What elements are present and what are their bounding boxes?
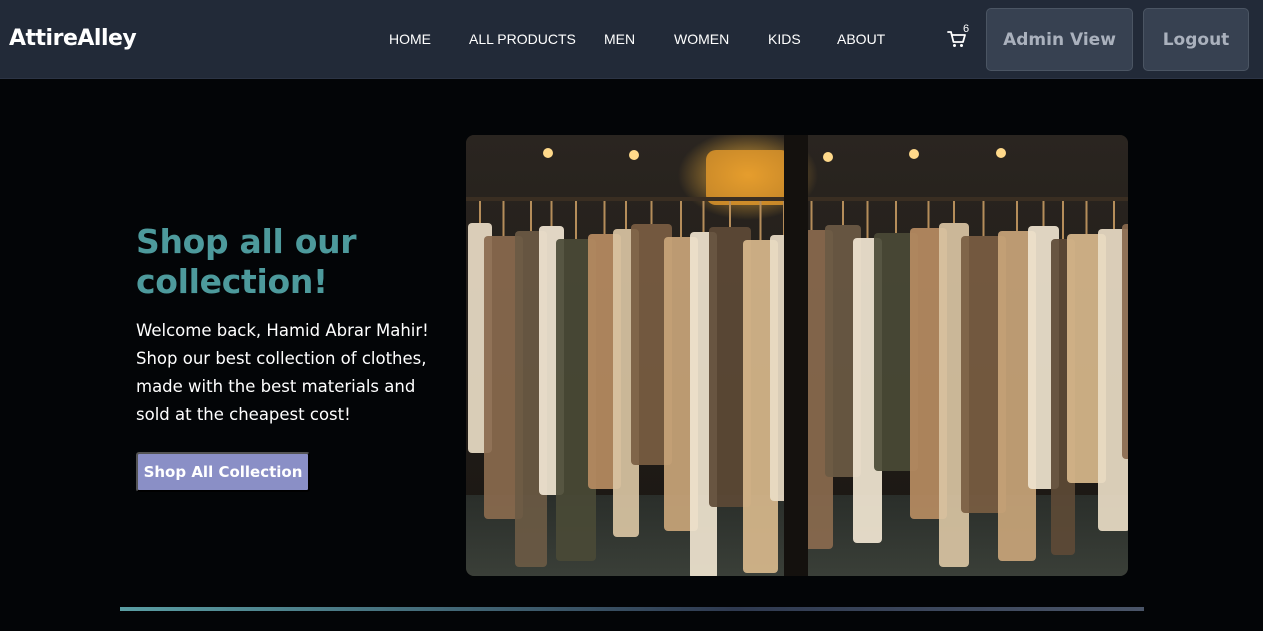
shop-all-collection-button[interactable]: Shop All Collection <box>136 452 310 492</box>
nav-link-women[interactable]: WOMEN <box>674 31 729 47</box>
nav-link-kids[interactable]: KIDS <box>768 31 801 47</box>
brand-logo[interactable]: AttireAlley <box>9 26 137 51</box>
logout-button[interactable]: Logout <box>1143 8 1249 71</box>
nav-link-men[interactable]: MEN <box>604 31 635 47</box>
nav-link-about[interactable]: ABOUT <box>837 31 885 47</box>
hero-image <box>466 135 1128 576</box>
nav-link-all-products[interactable]: ALL PRODUCTS <box>469 31 576 47</box>
hero-title: Shop all our collection! <box>136 222 357 301</box>
hero-text: Welcome back, Hamid Abrar Mahir! Shop ou… <box>136 321 429 424</box>
admin-view-button[interactable]: Admin View <box>986 8 1133 71</box>
nav-link-home[interactable]: HOME <box>389 31 431 47</box>
clothing-rack-image <box>466 135 1128 576</box>
navbar: AttireAlley HOME ALL PRODUCTS MEN WOMEN … <box>0 0 1263 79</box>
section-divider <box>120 607 1144 611</box>
cart-count-badge: 6 <box>963 23 970 35</box>
